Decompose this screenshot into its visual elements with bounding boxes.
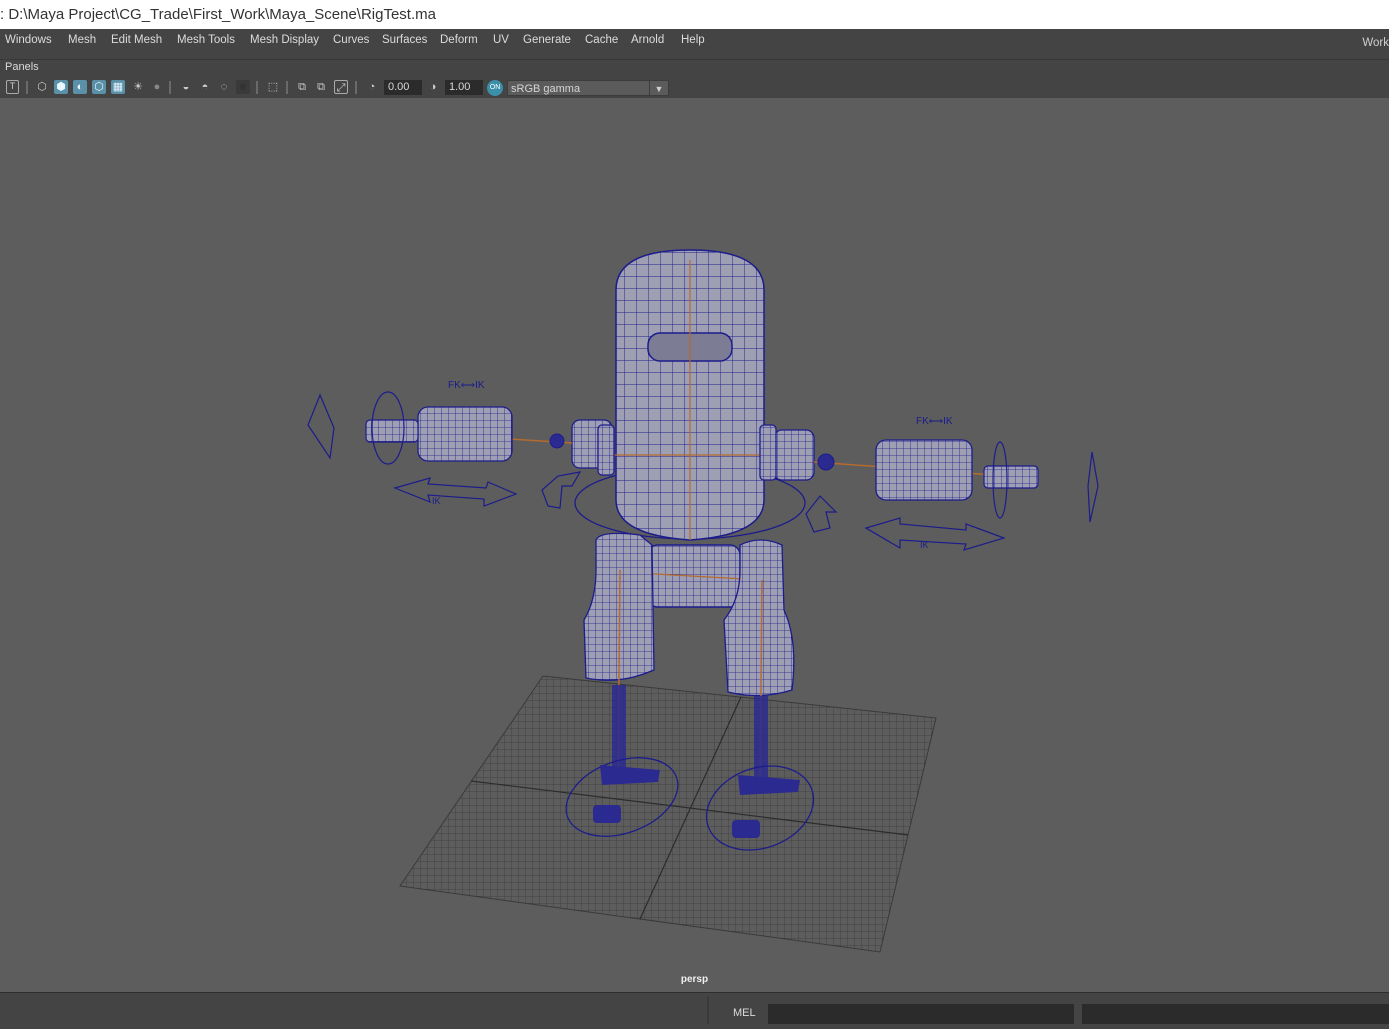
menu-help[interactable]: Help bbox=[680, 29, 706, 51]
menu-deform[interactable]: Deform bbox=[439, 29, 479, 51]
motion-blur-icon[interactable]: ◓ bbox=[198, 80, 212, 94]
viewport-scene: FK⟷IK FK⟷IK IK IK bbox=[307, 249, 1099, 953]
shoulder-right[interactable] bbox=[759, 424, 815, 481]
body-rotate-arrow-right[interactable] bbox=[805, 495, 838, 533]
toolbar-separator bbox=[355, 81, 357, 94]
window-title-bar: : D:\Maya Project\CG_Trade\First_Work\Ma… bbox=[0, 0, 1389, 29]
xray-active-icon[interactable]: ⧉ bbox=[314, 80, 328, 94]
menu-curves[interactable]: Curves bbox=[332, 29, 370, 51]
view-transform-value: sRGB gamma bbox=[511, 83, 581, 95]
main-menubar: Windows Mesh Edit Mesh Mesh Tools Mesh D… bbox=[0, 29, 1389, 60]
menu-mesh-tools[interactable]: Mesh Tools bbox=[176, 29, 236, 51]
menu-windows[interactable]: Windows bbox=[4, 29, 53, 51]
menu-uv[interactable]: UV bbox=[492, 29, 510, 51]
antialiasing-icon[interactable]: ◌ bbox=[217, 80, 231, 94]
ground-grid bbox=[399, 675, 937, 953]
toolbar-separator bbox=[26, 81, 28, 94]
panel-menubar: Panels bbox=[0, 60, 1389, 78]
wireframe-on-shaded-icon[interactable]: ⬡ bbox=[92, 80, 106, 94]
toolbar-separator bbox=[169, 81, 171, 94]
command-input-field[interactable] bbox=[768, 1004, 1074, 1024]
workspace-selector[interactable]: Work bbox=[1362, 29, 1389, 57]
exposure-icon[interactable]: ◔ bbox=[365, 80, 379, 94]
shaded-wireframe-icon[interactable]: ◐ bbox=[73, 80, 87, 94]
command-result-field bbox=[1082, 1004, 1389, 1024]
resolution-gate-icon[interactable]: ⤢ bbox=[334, 80, 348, 94]
arm-left[interactable] bbox=[365, 406, 573, 462]
wireframe-cube-icon[interactable]: ⬡ bbox=[35, 80, 49, 94]
menu-generate[interactable]: Generate bbox=[522, 29, 572, 51]
menu-mesh[interactable]: Mesh bbox=[67, 29, 97, 51]
depth-of-field-icon[interactable]: ■ bbox=[236, 80, 250, 94]
robot-body[interactable] bbox=[600, 249, 780, 541]
gamma-icon[interactable]: ◑ bbox=[426, 80, 440, 94]
menu-edit-mesh[interactable]: Edit Mesh bbox=[110, 29, 163, 51]
toolbar-separator bbox=[286, 81, 288, 94]
panels-menu[interactable]: Panels bbox=[5, 61, 39, 73]
menu-cache[interactable]: Cache bbox=[584, 29, 619, 51]
ik-arrow-right[interactable] bbox=[864, 517, 1006, 551]
command-line-separator bbox=[707, 996, 709, 1024]
shadows-icon[interactable]: ● bbox=[150, 80, 164, 94]
shoulder-left[interactable] bbox=[571, 419, 615, 476]
ik-label-left: IK bbox=[432, 496, 441, 506]
gamma-field[interactable]: 1.00 bbox=[445, 80, 483, 95]
ik-arrow-left[interactable] bbox=[393, 477, 518, 507]
fk-ik-switch-label-right[interactable]: FK⟷IK bbox=[916, 416, 953, 427]
color-management-toggle-icon[interactable]: ON bbox=[487, 80, 503, 96]
menu-surfaces[interactable]: Surfaces bbox=[381, 29, 428, 51]
xray-joints-icon[interactable]: ⧉ bbox=[295, 80, 309, 94]
panel-toolbar: T ⬡ ⬢ ◐ ⬡ ▦ ☀ ● ◒ ◓ ◌ ■ ⬚ ⧉ ⧉ ⤢ ◔ 0.00 ◑… bbox=[0, 78, 1389, 99]
lighting-icon[interactable]: ☀ bbox=[131, 80, 145, 94]
textured-icon[interactable]: T bbox=[6, 80, 19, 94]
hand-right-ik-control[interactable] bbox=[1087, 451, 1099, 523]
body-rotate-arrow-left[interactable] bbox=[541, 471, 582, 509]
fk-ik-switch-label-left[interactable]: FK⟷IK bbox=[448, 380, 485, 391]
menu-mesh-display[interactable]: Mesh Display bbox=[249, 29, 320, 51]
hand-left-ik-control[interactable] bbox=[307, 393, 335, 460]
camera-label: persp bbox=[680, 974, 709, 985]
smooth-shade-cube-icon[interactable]: ⬢ bbox=[54, 80, 68, 94]
window-title: : D:\Maya Project\CG_Trade\First_Work\Ma… bbox=[0, 6, 436, 23]
chevron-down-icon: ▼ bbox=[649, 81, 668, 95]
script-language-toggle[interactable]: MEL bbox=[733, 1007, 756, 1019]
menu-arnold[interactable]: Arnold bbox=[630, 29, 665, 51]
xray-icon[interactable]: ▦ bbox=[111, 80, 125, 94]
exposure-field[interactable]: 0.00 bbox=[384, 80, 422, 95]
ik-label-right: IK bbox=[920, 540, 929, 550]
toolbar-separator bbox=[256, 81, 258, 94]
ambient-occlusion-icon[interactable]: ◒ bbox=[179, 80, 193, 94]
isolate-select-icon[interactable]: ⬚ bbox=[266, 80, 280, 94]
view-transform-dropdown[interactable]: sRGB gamma ▼ bbox=[507, 80, 669, 96]
